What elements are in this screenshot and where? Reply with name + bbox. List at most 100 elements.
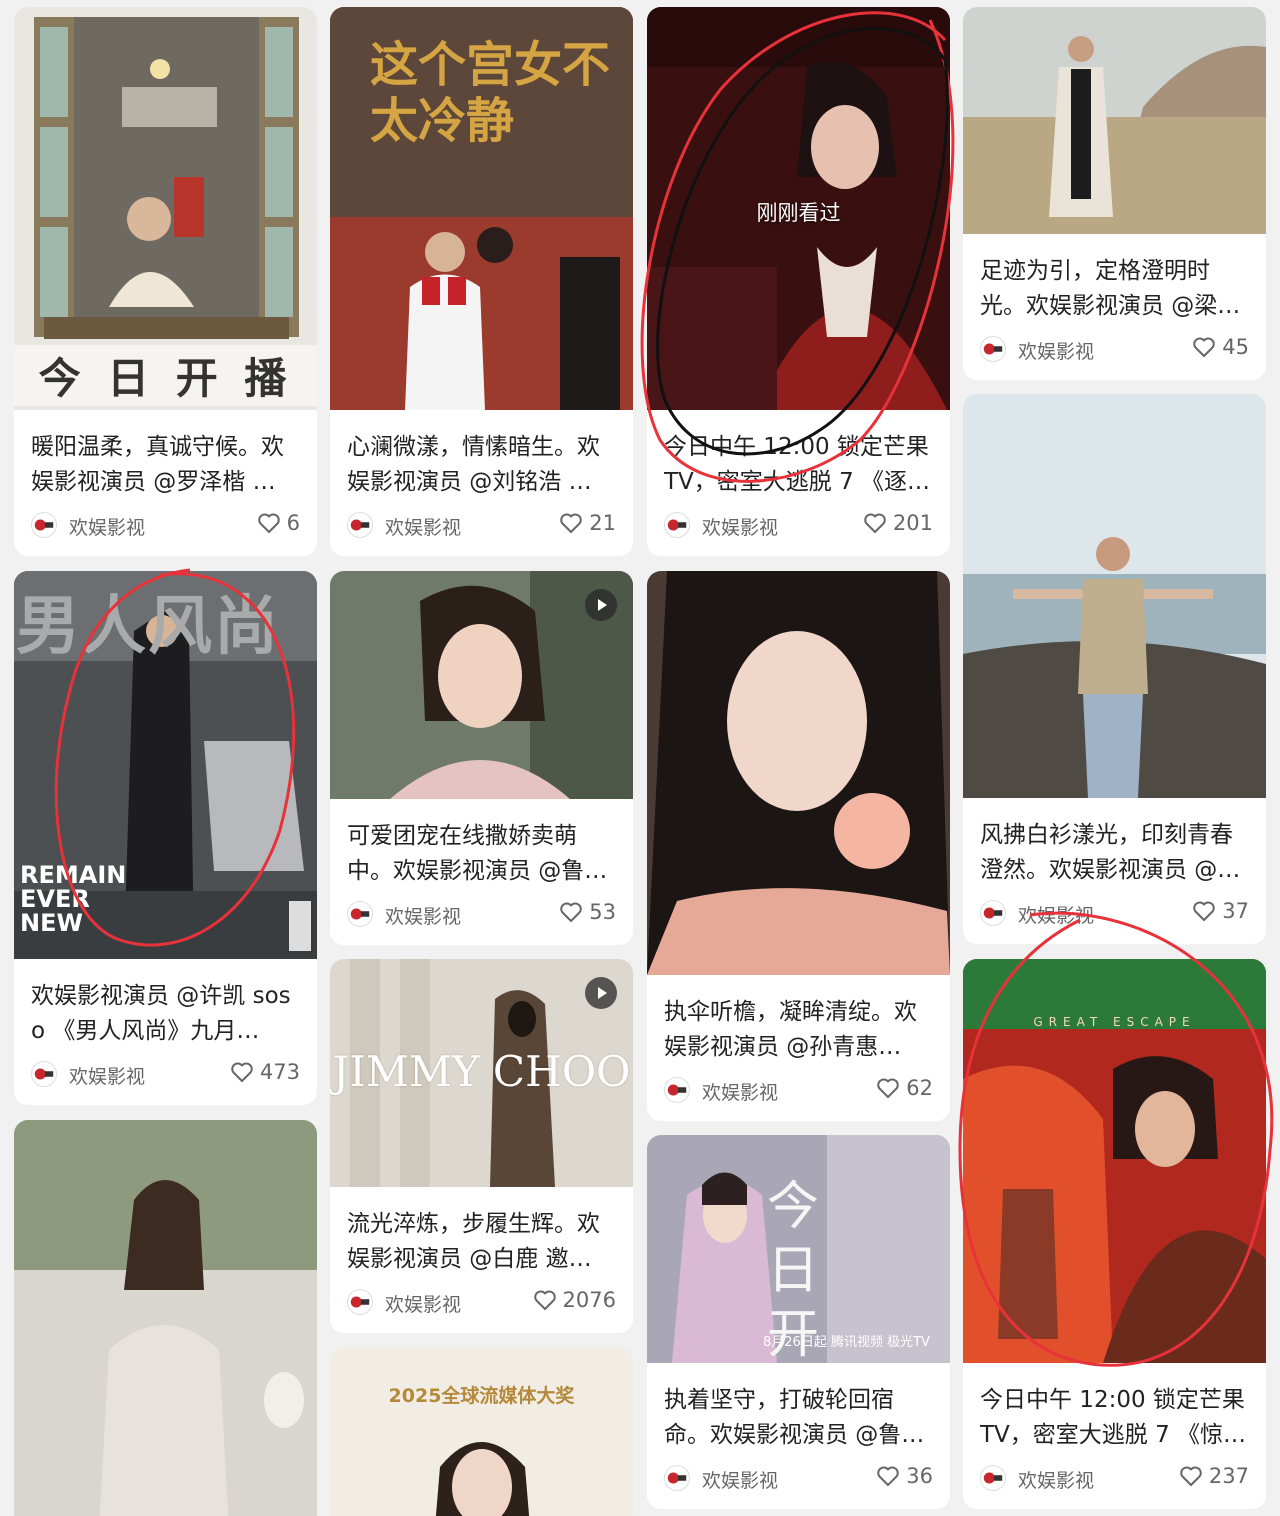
feed-card-1[interactable]: 今 日 开 播 暖阳温柔，真诚守候。欢娱影视演员 @罗泽楷 … 欢娱影视 6	[14, 7, 317, 556]
author-avatar[interactable]	[980, 900, 1006, 926]
like-count: 237	[1208, 1464, 1249, 1488]
heart-icon	[1193, 901, 1216, 921]
card-title[interactable]: 足迹为引，定格澄明时光。欢娱影视演员 @梁…	[980, 254, 1249, 324]
heart-icon	[1193, 337, 1216, 357]
author-name[interactable]: 欢娱影视	[69, 1062, 145, 1089]
card-cover-image[interactable]: 刚刚看过	[647, 7, 950, 410]
cover-poster-subtext: 8月26日起 腾讯视频 极光TV	[763, 1335, 930, 1350]
card-cover-image[interactable]: GREAT ESCAPE	[963, 959, 1266, 1363]
author-avatar[interactable]	[664, 512, 690, 538]
heart-icon	[560, 902, 583, 922]
author-name[interactable]: 欢娱影视	[702, 513, 778, 540]
like-button[interactable]: 201	[863, 511, 933, 535]
like-button[interactable]: 473	[230, 1060, 300, 1084]
author-name[interactable]: 欢娱影视	[385, 513, 461, 540]
huanyu-logo-icon	[348, 1290, 372, 1314]
feed-card-2[interactable]: 这个宫女不太冷静 心澜微漾，情愫暗生。欢娱影视演员 @刘铭浩 … 欢娱影视 21	[330, 7, 633, 556]
heart-icon	[231, 1062, 253, 1082]
heart-icon	[257, 513, 280, 533]
author-avatar[interactable]	[664, 1465, 690, 1491]
like-button[interactable]: 2076	[533, 1288, 616, 1312]
author-name[interactable]: 欢娱影视	[702, 1078, 778, 1105]
card-title[interactable]: 心澜微漾，情愫暗生。欢娱影视演员 @刘铭浩 …	[347, 430, 616, 500]
feed-card-10[interactable]: 今日开播 8月26日起 腾讯视频 极光TV 执着坚守，打破轮回宿命。欢娱影视演员…	[647, 1135, 950, 1509]
card-cover-image[interactable]	[647, 571, 950, 975]
like-button[interactable]: 37	[1192, 899, 1249, 923]
author-name[interactable]: 欢娱影视	[1018, 1466, 1094, 1493]
author-avatar[interactable]	[980, 1465, 1006, 1491]
like-button[interactable]: 36	[876, 1464, 933, 1488]
author-avatar[interactable]	[664, 1077, 690, 1103]
card-cover-image[interactable]: 今 日 开 播	[14, 7, 317, 410]
feed-card-7[interactable]: 执伞听檐，凝眸清绽。欢娱影视演员 @孙青惠… 欢娱影视 62	[647, 571, 950, 1121]
like-count: 201	[892, 511, 933, 535]
cover-poster-text: 今 日 开 播	[14, 345, 317, 406]
feed-card-5[interactable]: 男人风尚 REMAIN EVER NEW 欢娱影视演员 @许凯 soso 《男人…	[14, 571, 317, 1105]
like-count: 62	[906, 1076, 933, 1100]
card-cover-image[interactable]: 这个宫女不太冷静	[330, 7, 633, 410]
card-title[interactable]: 暖阳温柔，真诚守候。欢娱影视演员 @罗泽楷 …	[31, 430, 300, 500]
cover-poster-text: 2025全球流媒体大奖	[388, 1385, 575, 1407]
feed-card-9[interactable]: JIMMY CHOO 流光淬炼，步履生辉。欢娱影视演员 @白鹿 邀… 欢娱影视 …	[330, 959, 633, 1333]
like-count: 2076	[562, 1288, 616, 1312]
feed-card-8[interactable]: 风拂白衫漾光，印刻青春澄然。欢娱影视演员 @… 欢娱影视 37	[963, 394, 1266, 944]
heart-icon	[533, 1290, 556, 1310]
feed-card-3[interactable]: 刚刚看过 今日中午 12:00 锁定芒果 TV，密室大逃脱 7 《逐光… 欢娱影…	[647, 7, 950, 556]
card-cover-image[interactable]	[330, 571, 633, 799]
author-name[interactable]: 欢娱影视	[385, 902, 461, 929]
like-button[interactable]: 6	[257, 511, 300, 535]
card-title[interactable]: 流光淬炼，步履生辉。欢娱影视演员 @白鹿 邀…	[347, 1207, 616, 1277]
huanyu-logo-icon	[32, 1062, 56, 1086]
cover-poster-text: JIMMY CHOO	[332, 1047, 631, 1096]
card-cover-image[interactable]	[963, 7, 1266, 234]
card-title[interactable]: 执着坚守，打破轮回宿命。欢娱影视演员 @鲁…	[664, 1383, 933, 1453]
cover-poster-text: 男人风尚	[16, 590, 280, 664]
author-name[interactable]: 欢娱影视	[702, 1466, 778, 1493]
card-title[interactable]: 今日中午 12:00 锁定芒果 TV，密室大逃脱 7 《惊…	[980, 1383, 1249, 1453]
huanyu-logo-icon	[981, 901, 1005, 925]
heart-icon	[877, 1466, 900, 1486]
video-play-button[interactable]	[585, 977, 617, 1009]
huanyu-logo-icon	[665, 1466, 689, 1490]
huanyu-logo-icon	[32, 513, 56, 537]
feed-card-partial-col2[interactable]: 2025全球流媒体大奖	[330, 1347, 633, 1516]
cover-poster-text: GREAT ESCAPE	[1033, 1015, 1196, 1029]
card-cover-image[interactable]: 2025全球流媒体大奖	[330, 1347, 633, 1516]
like-button[interactable]: 237	[1179, 1464, 1249, 1488]
card-cover-image[interactable]: 男人风尚 REMAIN EVER NEW	[14, 571, 317, 959]
author-avatar[interactable]	[980, 336, 1006, 362]
author-name[interactable]: 欢娱影视	[385, 1290, 461, 1317]
author-name[interactable]: 欢娱影视	[69, 513, 145, 540]
author-avatar[interactable]	[31, 1061, 57, 1087]
author-name[interactable]: 欢娱影视	[1018, 337, 1094, 364]
huanyu-logo-icon	[348, 902, 372, 926]
card-title[interactable]: 可爱团宠在线撒娇卖萌中。欢娱影视演员 @鲁…	[347, 819, 616, 889]
feed-card-6[interactable]: 可爱团宠在线撒娇卖萌中。欢娱影视演员 @鲁… 欢娱影视 53	[330, 571, 633, 945]
huanyu-logo-icon	[348, 513, 372, 537]
card-cover-image[interactable]	[14, 1120, 317, 1516]
like-button[interactable]: 62	[876, 1076, 933, 1100]
card-title[interactable]: 执伞听檐，凝眸清绽。欢娱影视演员 @孙青惠…	[664, 995, 933, 1065]
card-cover-image[interactable]: 今日开播 8月26日起 腾讯视频 极光TV	[647, 1135, 950, 1363]
author-avatar[interactable]	[31, 512, 57, 538]
like-button[interactable]: 45	[1192, 335, 1249, 359]
card-cover-image[interactable]	[963, 394, 1266, 798]
author-name[interactable]: 欢娱影视	[1018, 901, 1094, 928]
video-play-button[interactable]	[585, 589, 617, 621]
card-title[interactable]: 欢娱影视演员 @许凯 soso 《男人风尚》九月…	[31, 979, 300, 1049]
card-cover-image[interactable]: JIMMY CHOO	[330, 959, 633, 1187]
like-button[interactable]: 53	[559, 900, 616, 924]
author-avatar[interactable]	[347, 512, 373, 538]
feed-card-11[interactable]: GREAT ESCAPE 今日中午 12:00 锁定芒果 TV，密室大逃脱 7 …	[963, 959, 1266, 1509]
like-count: 21	[589, 511, 616, 535]
play-icon	[598, 987, 607, 999]
card-title[interactable]: 今日中午 12:00 锁定芒果 TV，密室大逃脱 7 《逐光…	[664, 430, 933, 500]
cover-poster-subtext: REMAIN EVER NEW	[20, 861, 127, 937]
author-avatar[interactable]	[347, 1289, 373, 1315]
feed-card-partial-col1[interactable]	[14, 1120, 317, 1516]
like-count: 473	[259, 1060, 300, 1084]
feed-card-4[interactable]: 足迹为引，定格澄明时光。欢娱影视演员 @梁… 欢娱影视 45	[963, 7, 1266, 380]
like-button[interactable]: 21	[559, 511, 616, 535]
card-title[interactable]: 风拂白衫漾光，印刻青春澄然。欢娱影视演员 @…	[980, 818, 1249, 888]
author-avatar[interactable]	[347, 901, 373, 927]
